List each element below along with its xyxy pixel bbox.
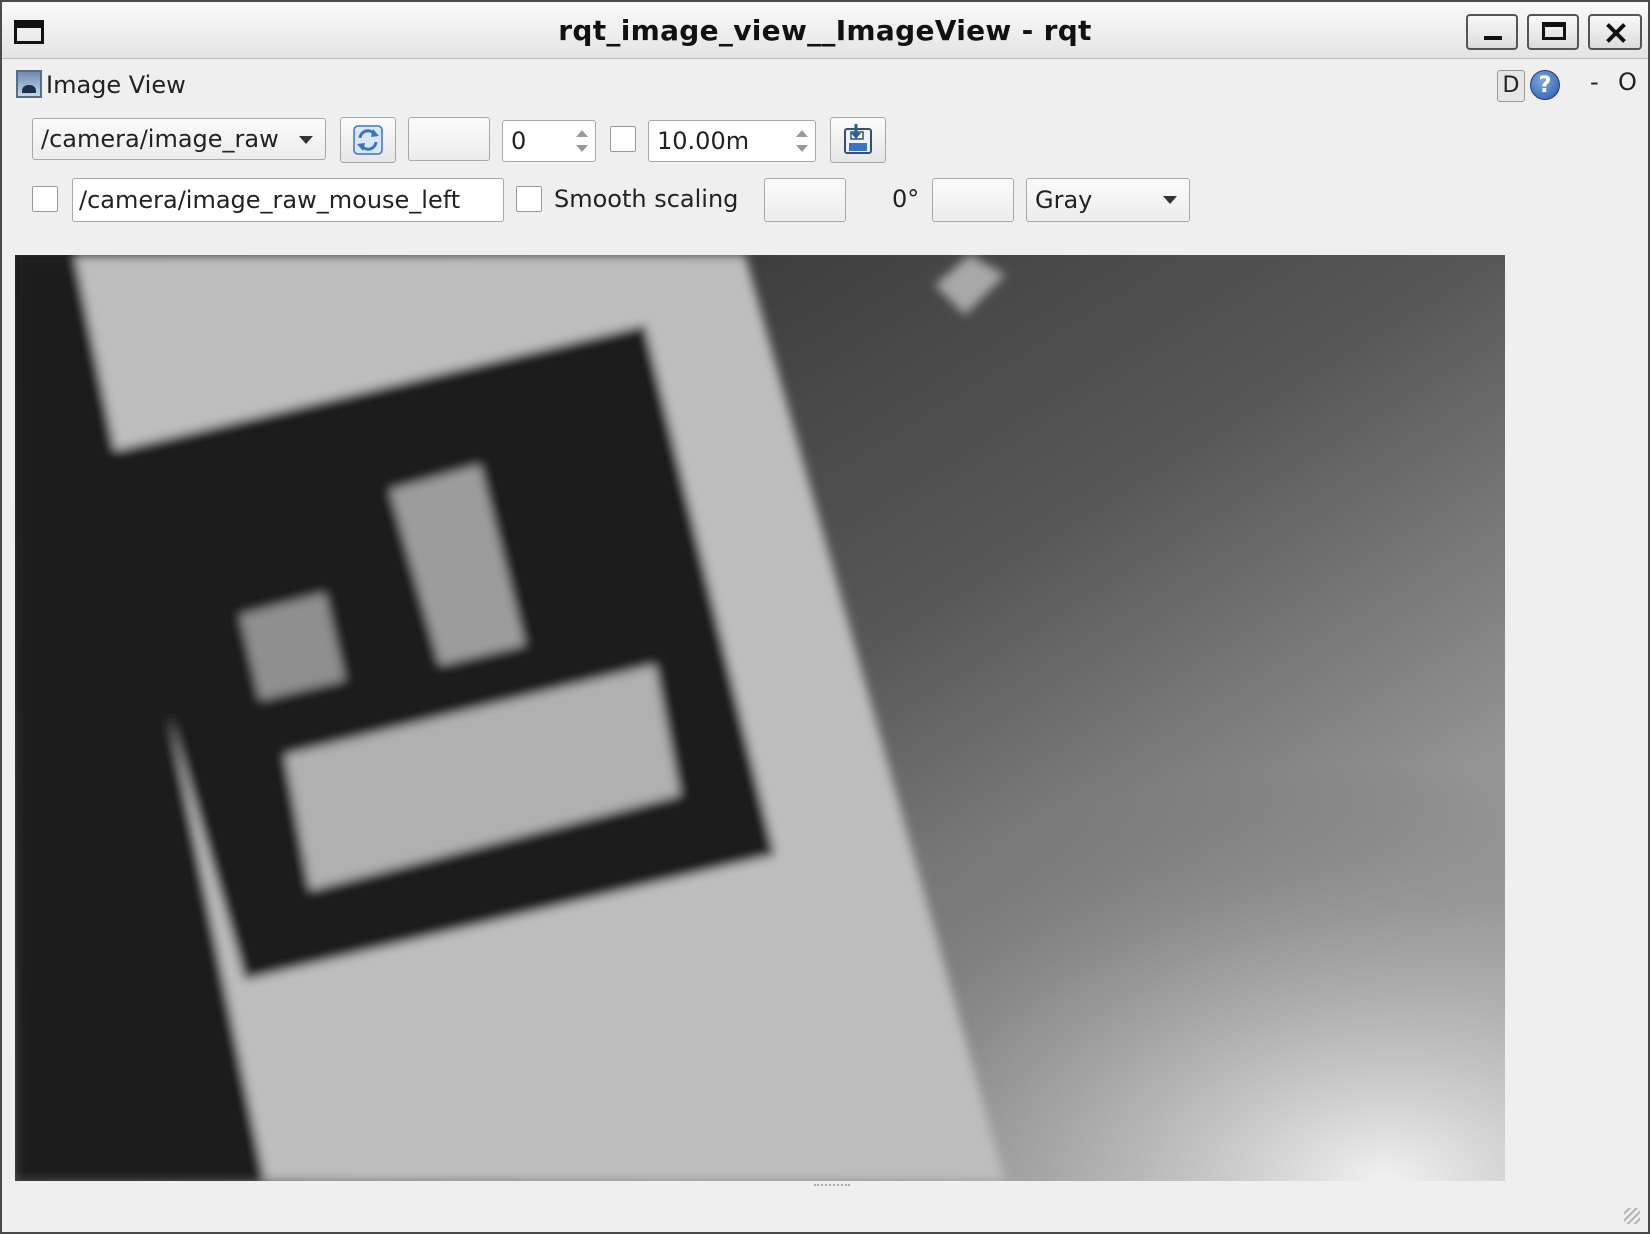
maximize-button[interactable] (1527, 14, 1579, 50)
color-scheme-select[interactable]: Gray (1026, 178, 1190, 222)
topic-select-value: /camera/image_raw (41, 125, 279, 153)
chevron-up-icon[interactable] (576, 130, 588, 137)
rotate-right-button[interactable] (932, 178, 1014, 222)
publish-mouse-checkbox[interactable] (32, 186, 58, 212)
spin-arrows[interactable] (571, 121, 595, 161)
zoom-spin-arrows[interactable] (791, 121, 815, 161)
chevron-down-icon (299, 136, 313, 144)
camera-image (15, 255, 1505, 1181)
dynamic-range-checkbox[interactable] (610, 126, 636, 152)
rotate-left-button[interactable] (764, 178, 846, 222)
save-image-button[interactable] (830, 117, 886, 163)
color-scheme-value: Gray (1035, 186, 1093, 214)
app-window: rqt_image_view__ImageView - rqt Image Vi… (0, 0, 1650, 1234)
refresh-icon (353, 125, 383, 155)
rotation-label: 0° (892, 185, 920, 213)
plugin-title: Image View (46, 71, 186, 99)
chevron-down-icon[interactable] (576, 145, 588, 152)
image-view-icon (16, 70, 42, 98)
camera-image-view[interactable] (15, 255, 1505, 1181)
dock-d-button[interactable]: D (1497, 70, 1525, 102)
minimize-plugin-button[interactable]: - (1590, 68, 1599, 96)
close-button[interactable] (1588, 14, 1642, 50)
zoom-spinbox-text: 10.00m (657, 127, 750, 155)
blank-field-1[interactable] (408, 117, 490, 161)
smooth-scaling-label: Smooth scaling (554, 185, 739, 213)
close-plugin-button[interactable]: O (1618, 68, 1637, 96)
zoom-spinbox[interactable]: 10.00m (648, 120, 816, 162)
window-title: rqt_image_view__ImageView - rqt (558, 14, 1092, 47)
minimize-button[interactable] (1466, 14, 1518, 50)
resize-grip[interactable] (1624, 1208, 1640, 1224)
help-icon[interactable]: ? (1530, 70, 1560, 100)
chevron-down-icon (1163, 196, 1177, 204)
value-spinbox-text: 0 (511, 127, 527, 155)
topic-select[interactable]: /camera/image_raw (32, 118, 326, 160)
save-icon (844, 124, 872, 154)
value-spinbox[interactable]: 0 (502, 120, 596, 162)
plugin-header: Image View D ? - O (14, 68, 1637, 104)
chevron-down-icon[interactable] (796, 145, 808, 152)
mouse-topic-input[interactable]: /camera/image_raw_mouse_left (72, 178, 504, 222)
chevron-up-icon[interactable] (796, 130, 808, 137)
splitter-handle[interactable] (814, 1184, 850, 1190)
smooth-scaling-checkbox[interactable] (516, 186, 542, 212)
refresh-topics-button[interactable] (340, 117, 396, 163)
title-bar[interactable]: rqt_image_view__ImageView - rqt (2, 2, 1648, 59)
